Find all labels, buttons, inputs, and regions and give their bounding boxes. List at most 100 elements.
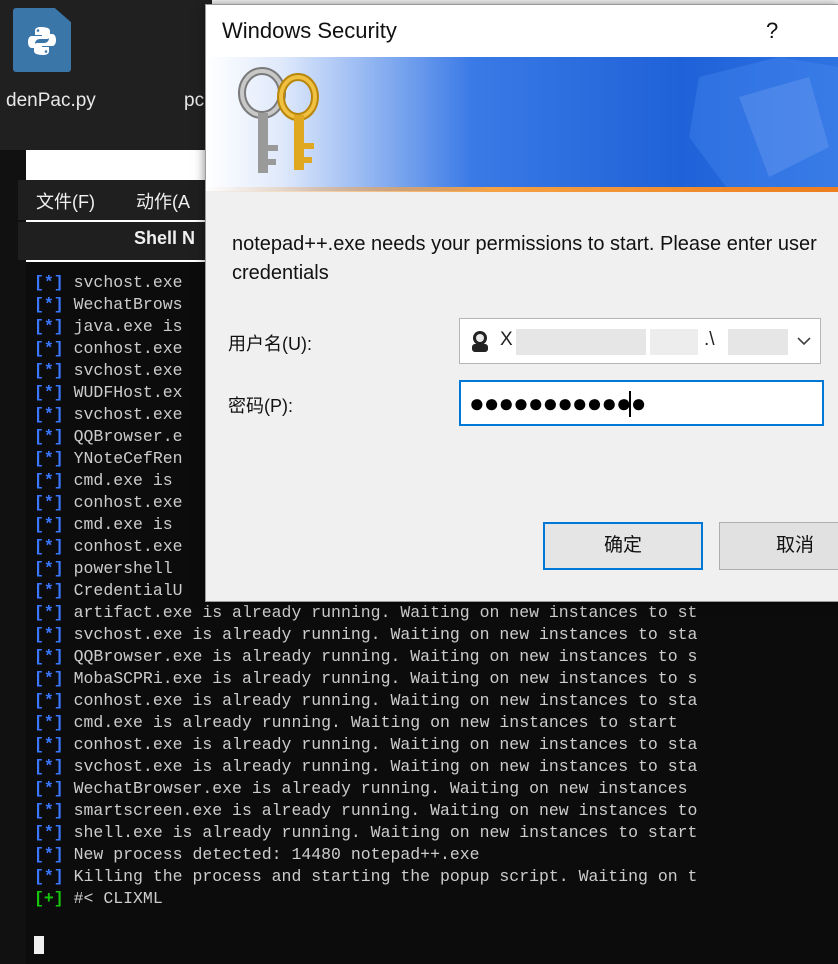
terminal-line-text: #< CLIXML (63, 889, 163, 908)
terminal-line: [*] QQBrowser.exe is already running. Wa… (34, 647, 697, 669)
dialog-message: notepad++.exe needs your permissions to … (232, 233, 817, 284)
terminal-line: [*] QQBrowser.e (34, 427, 183, 449)
terminal-line: [*] conhost.exe (34, 493, 183, 515)
username-prefix: X (500, 329, 514, 350)
terminal-line-text: conhost.exe is already running. Waiting … (63, 691, 698, 710)
terminal-line-tag: [*] (34, 405, 64, 424)
file-name-label[interactable]: pc (184, 90, 204, 112)
terminal-line-tag: [*] (34, 757, 64, 776)
password-field[interactable]: ●●●●●●●●●●●● (459, 380, 824, 426)
terminal-line-text: Killing the process and starting the pop… (63, 867, 698, 886)
terminal-line: [*] conhost.exe (34, 537, 183, 559)
terminal-line-tag: [*] (34, 383, 64, 402)
terminal-line-tag: [+] (34, 889, 64, 908)
terminal-cursor (34, 936, 44, 954)
terminal-line: [*] smartscreen.exe is already running. … (34, 801, 697, 823)
terminal-line-text: shell.exe is already running. Waiting on… (63, 823, 698, 842)
terminal-line-tag: [*] (34, 317, 64, 336)
terminal-line-text: powershell (63, 559, 173, 578)
terminal-line-text: QQBrowser.e (63, 427, 183, 446)
terminal-line: [*] WechatBrowser.exe is already running… (34, 779, 688, 801)
file-explorer-panel: denPac.py pc (0, 0, 212, 150)
terminal-line-tag: [*] (34, 493, 64, 512)
terminal-line-text: New process detected: 14480 notepad++.ex… (63, 845, 480, 864)
terminal-line-tag: [*] (34, 515, 64, 534)
terminal-line-tag: [*] (34, 581, 64, 600)
terminal-line: [*] conhost.exe is already running. Wait… (34, 735, 697, 757)
terminal-line: [*] java.exe is (34, 317, 183, 339)
terminal-line-tag: [*] (34, 449, 64, 468)
terminal-line-tag: [*] (34, 427, 64, 446)
cancel-button[interactable]: 取消 (719, 522, 838, 570)
terminal-line: [*] svchost.exe is already running. Wait… (34, 625, 697, 647)
terminal-line-text: cmd.exe is already running. Waiting on n… (63, 713, 678, 732)
terminal-line-tag: [*] (34, 713, 64, 732)
terminal-line-tag: [*] (34, 691, 64, 710)
terminal-line: [*] WechatBrows (34, 295, 183, 317)
redacted-region (516, 329, 646, 355)
terminal-line-tag: [*] (34, 361, 64, 380)
terminal-line-text: conhost.exe (63, 537, 183, 556)
terminal-line-text: svchost.exe (63, 405, 183, 424)
terminal-line: [*] svchost.exe (34, 405, 183, 427)
terminal-line-text: java.exe is (63, 317, 183, 336)
terminal-line: [*] conhost.exe (34, 339, 183, 361)
terminal-line-text: artifact.exe is already running. Waiting… (63, 603, 698, 622)
python-file-icon[interactable] (13, 8, 71, 72)
terminal-line-tag: [*] (34, 471, 64, 490)
terminal-line-tag: [*] (34, 801, 64, 820)
terminal-line: [*] svchost.exe is already running. Wait… (34, 757, 697, 779)
terminal-line: [*] svchost.exe (34, 361, 183, 383)
terminal-line-text: WUDFHost.ex (63, 383, 183, 402)
terminal-line-tag: [*] (34, 735, 64, 754)
terminal-line: [*] powershell (34, 559, 173, 581)
terminal-line-tag: [*] (34, 537, 64, 556)
terminal-line-text: svchost.exe is already running. Waiting … (63, 757, 698, 776)
terminal-line: [*] artifact.exe is already running. Wai… (34, 603, 697, 625)
terminal-line-tag: [*] (34, 647, 64, 666)
menu-file[interactable]: 文件(F) (36, 188, 95, 214)
menu-action[interactable]: 动作(A (136, 188, 190, 214)
terminal-line-tag: [*] (34, 603, 64, 622)
password-value: ●●●●●●●●●●●● (469, 388, 646, 418)
terminal-line-text: conhost.exe (63, 493, 183, 512)
terminal-line-tag: [*] (34, 339, 64, 358)
terminal-line-tag: [*] (34, 669, 64, 688)
password-label: 密码(P): (228, 396, 293, 416)
terminal-line: [*] WUDFHost.ex (34, 383, 183, 405)
terminal-line-tag: [*] (34, 867, 64, 886)
terminal-line-text: QQBrowser.exe is already running. Waitin… (63, 647, 698, 666)
terminal-line: [*] conhost.exe is already running. Wait… (34, 691, 697, 713)
redacted-region (728, 329, 788, 355)
ok-button[interactable]: 确定 (543, 522, 703, 570)
terminal-line: [+] #< CLIXML (34, 889, 163, 911)
terminal-line-text: conhost.exe (63, 339, 183, 358)
username-separator: .\ (704, 329, 715, 350)
terminal-line: [*] shell.exe is already running. Waitin… (34, 823, 697, 845)
terminal-line-text: svchost.exe (63, 361, 183, 380)
dialog-content: notepad++.exe needs your permissions to … (205, 0, 838, 600)
terminal-line-tag: [*] (34, 295, 64, 314)
redacted-region (650, 329, 698, 355)
terminal-line: [*] YNoteCefRen (34, 449, 183, 471)
terminal-line-text: WechatBrowser.exe is already running. Wa… (63, 779, 688, 798)
terminal-line: [*] cmd.exe is (34, 471, 173, 493)
terminal-line-tag: [*] (34, 273, 64, 292)
terminal-line: [*] cmd.exe is already running. Waiting … (34, 713, 678, 735)
terminal-line-tag: [*] (34, 779, 64, 798)
terminal-line-text: cmd.exe is (63, 471, 173, 490)
chevron-down-icon[interactable] (794, 331, 814, 351)
text-caret (629, 391, 631, 417)
file-name-label[interactable]: denPac.py (6, 90, 96, 112)
terminal-line-text: CredentialU (63, 581, 183, 600)
tab-shell[interactable]: Shell N (134, 228, 195, 249)
tab-bar: Shell N (18, 222, 208, 260)
terminal-line-text: MobaSCPRi.exe is already running. Waitin… (63, 669, 698, 688)
terminal-line-text: conhost.exe is already running. Waiting … (63, 735, 698, 754)
terminal-line: [*] CredentialU (34, 581, 183, 603)
terminal-line-text: smartscreen.exe is already running. Wait… (63, 801, 698, 820)
user-avatar-icon (472, 331, 488, 352)
left-edge-panel (0, 150, 26, 964)
terminal-line: [*] MobaSCPRi.exe is already running. Wa… (34, 669, 697, 691)
username-field[interactable]: X .\ (459, 318, 821, 364)
